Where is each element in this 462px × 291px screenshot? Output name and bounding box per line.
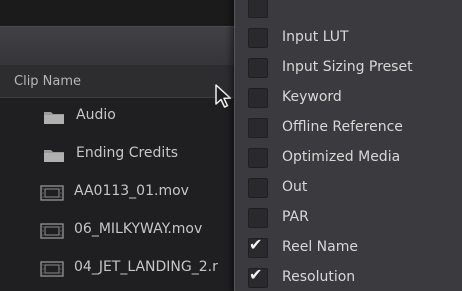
menu-item-column[interactable]: ✔ Keyword	[235, 83, 462, 113]
video-clip-icon	[40, 185, 64, 201]
menu-item-column[interactable]: ✔ Input Sizing Preset	[235, 53, 462, 83]
menu-item-label: Reel Name	[282, 239, 358, 255]
video-clip-icon	[40, 223, 64, 239]
clip-name: Ending Credits	[76, 145, 179, 161]
checkbox[interactable]	[248, 208, 268, 228]
clip-name: Audio	[76, 107, 116, 123]
checkbox[interactable]	[248, 88, 268, 108]
menu-item-label: Out	[282, 179, 308, 195]
clip-name: 06_MILKYWAY.mov	[74, 221, 203, 237]
menu-item-label: Optimized Media	[282, 149, 401, 165]
video-clip-icon	[40, 261, 64, 277]
menu-item-label: Input LUT	[282, 29, 349, 45]
checkmark-icon: ✔	[249, 265, 263, 284]
menu-item-label: Resolution	[282, 269, 356, 285]
menu-item-label: Input Sizing Preset	[282, 59, 413, 75]
mouse-pointer-icon	[214, 84, 234, 110]
checkbox[interactable]	[248, 58, 268, 78]
menu-item-column[interactable]: ✔ Optimized Media	[235, 143, 462, 173]
checkbox[interactable]	[248, 118, 268, 138]
menu-item-column[interactable]: ✔ PAR	[235, 203, 462, 233]
menu-item-column[interactable]: ✔ Input LUT	[235, 23, 462, 53]
folder-icon	[43, 147, 65, 163]
column-context-menu: ✔ ✔ Input LUT ✔ Input Sizing Preset ✔ Ke…	[234, 0, 462, 291]
menu-item-column[interactable]: ✔ Reel Name	[235, 233, 462, 263]
menu-item-column[interactable]: ✔	[235, 0, 462, 23]
menu-item-label: PAR	[282, 209, 309, 225]
checkbox[interactable]	[248, 148, 268, 168]
checkbox[interactable]	[248, 178, 268, 198]
clip-name: AA0113_01.mov	[74, 183, 189, 199]
menu-item-label: Keyword	[282, 89, 342, 105]
menu-item-column[interactable]: ✔ Out	[235, 173, 462, 203]
checkbox[interactable]	[248, 0, 268, 18]
menu-item-column[interactable]: ✔ Resolution	[235, 263, 462, 291]
menu-item-label: Offline Reference	[282, 119, 403, 135]
checkmark-icon: ✔	[249, 235, 263, 254]
checkbox[interactable]	[248, 28, 268, 48]
menu-item-column[interactable]: ✔ Offline Reference	[235, 113, 462, 143]
column-header-clip-name[interactable]: Clip Name	[14, 74, 81, 89]
clip-name: 04_JET_LANDING_2.r	[74, 259, 218, 275]
folder-icon	[43, 109, 65, 125]
media-pool-panel: Clip Name Audio Ending Credits AA0113_01…	[0, 0, 462, 291]
